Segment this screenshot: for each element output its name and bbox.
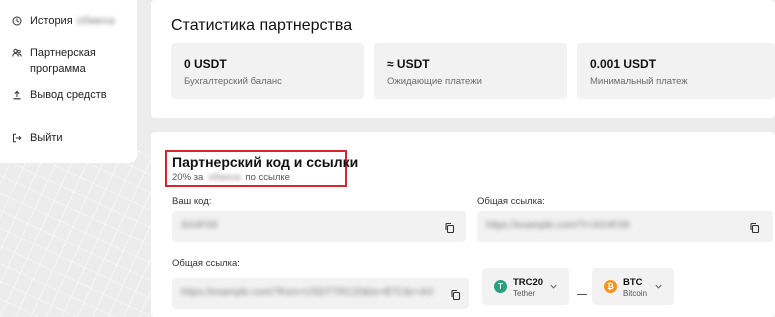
referral-title: Партнерский код и ссылки [172,154,359,170]
general-link-value: https://example.com/?r=AX4F09 [486,220,630,231]
currency-to-name: Bitcoin [623,289,648,298]
stat-caption: Ожидающие платежи [387,76,482,87]
sidebar-item-label: Выйти [30,132,63,144]
stats-card: Статистика партнерства 0 USDT Бухгалтерс… [151,0,775,118]
general-link-field-2[interactable]: https://example.com/?from=USDTTRC20&to=B… [172,278,469,309]
referral-subtitle-blurred: обмена [207,172,241,183]
background-pattern [0,150,160,317]
currency-from-name: Tether [513,289,536,298]
general-link-field[interactable]: https://example.com/?r=AX4F09 [477,211,773,242]
referral-subtitle-prefix: 20% за [172,172,204,183]
referral-subtitle: 20% за обмена по ссылке [172,172,290,183]
logout-icon [10,130,24,146]
chevron-down-icon [550,284,557,289]
sidebar-item-label: Партнерская [30,47,96,59]
tether-icon: T [494,280,507,293]
history-icon [10,13,24,29]
chevron-down-icon [655,284,662,289]
currency-from-code: TRC20 [513,277,544,288]
currency-to-select[interactable]: ₿ BTC Bitcoin [592,268,674,305]
stat-value: 0.001 USDT [590,57,657,71]
referral-subtitle-suffix: по ссылке [245,172,290,183]
code-field[interactable]: AX4F09 [172,211,466,242]
sidebar: История обмена Партнерская программа Выв… [0,0,137,163]
code-value: AX4F09 [181,220,218,231]
general-link-label: Общая ссылка: [477,196,545,207]
stats-title: Статистика партнерства [171,17,353,34]
sidebar-item-partner-program[interactable]: Партнерская программа [10,45,96,77]
stat-caption: Минимальный платеж [590,76,688,87]
general-link-label: Общая ссылка: [172,258,240,269]
copy-icon[interactable] [444,221,456,234]
code-label: Ваш код: [172,196,212,207]
partners-icon [10,45,24,61]
currency-to-code: BTC [623,277,643,288]
currency-from-select[interactable]: T TRC20 Tether [482,268,569,305]
copy-icon[interactable] [749,221,761,234]
withdraw-icon [10,87,24,103]
sidebar-item-history[interactable]: История обмена [10,13,115,29]
sidebar-item-blurred: обмена [76,15,115,27]
sidebar-item-label-line2: программа [30,63,86,75]
stat-pending: ≈ USDT Ожидающие платежи [374,43,567,99]
copy-icon[interactable] [450,288,462,301]
stat-balance: 0 USDT Бухгалтерский баланс [171,43,364,99]
bitcoin-icon: ₿ [604,280,617,293]
sidebar-item-logout[interactable]: Выйти [10,130,63,146]
sidebar-item-withdraw[interactable]: Вывод средств [10,87,107,103]
stat-value: 0 USDT [184,57,227,71]
currency-separator [577,294,587,295]
stat-caption: Бухгалтерский баланс [184,76,282,87]
stat-value: ≈ USDT [387,57,430,71]
sidebar-item-label: Вывод средств [30,89,107,101]
general-link-value: https://example.com/?from=USDTTRC20&to=B… [181,287,434,298]
stat-minimum: 0.001 USDT Минимальный платеж [577,43,775,99]
sidebar-item-label: История [30,15,73,27]
